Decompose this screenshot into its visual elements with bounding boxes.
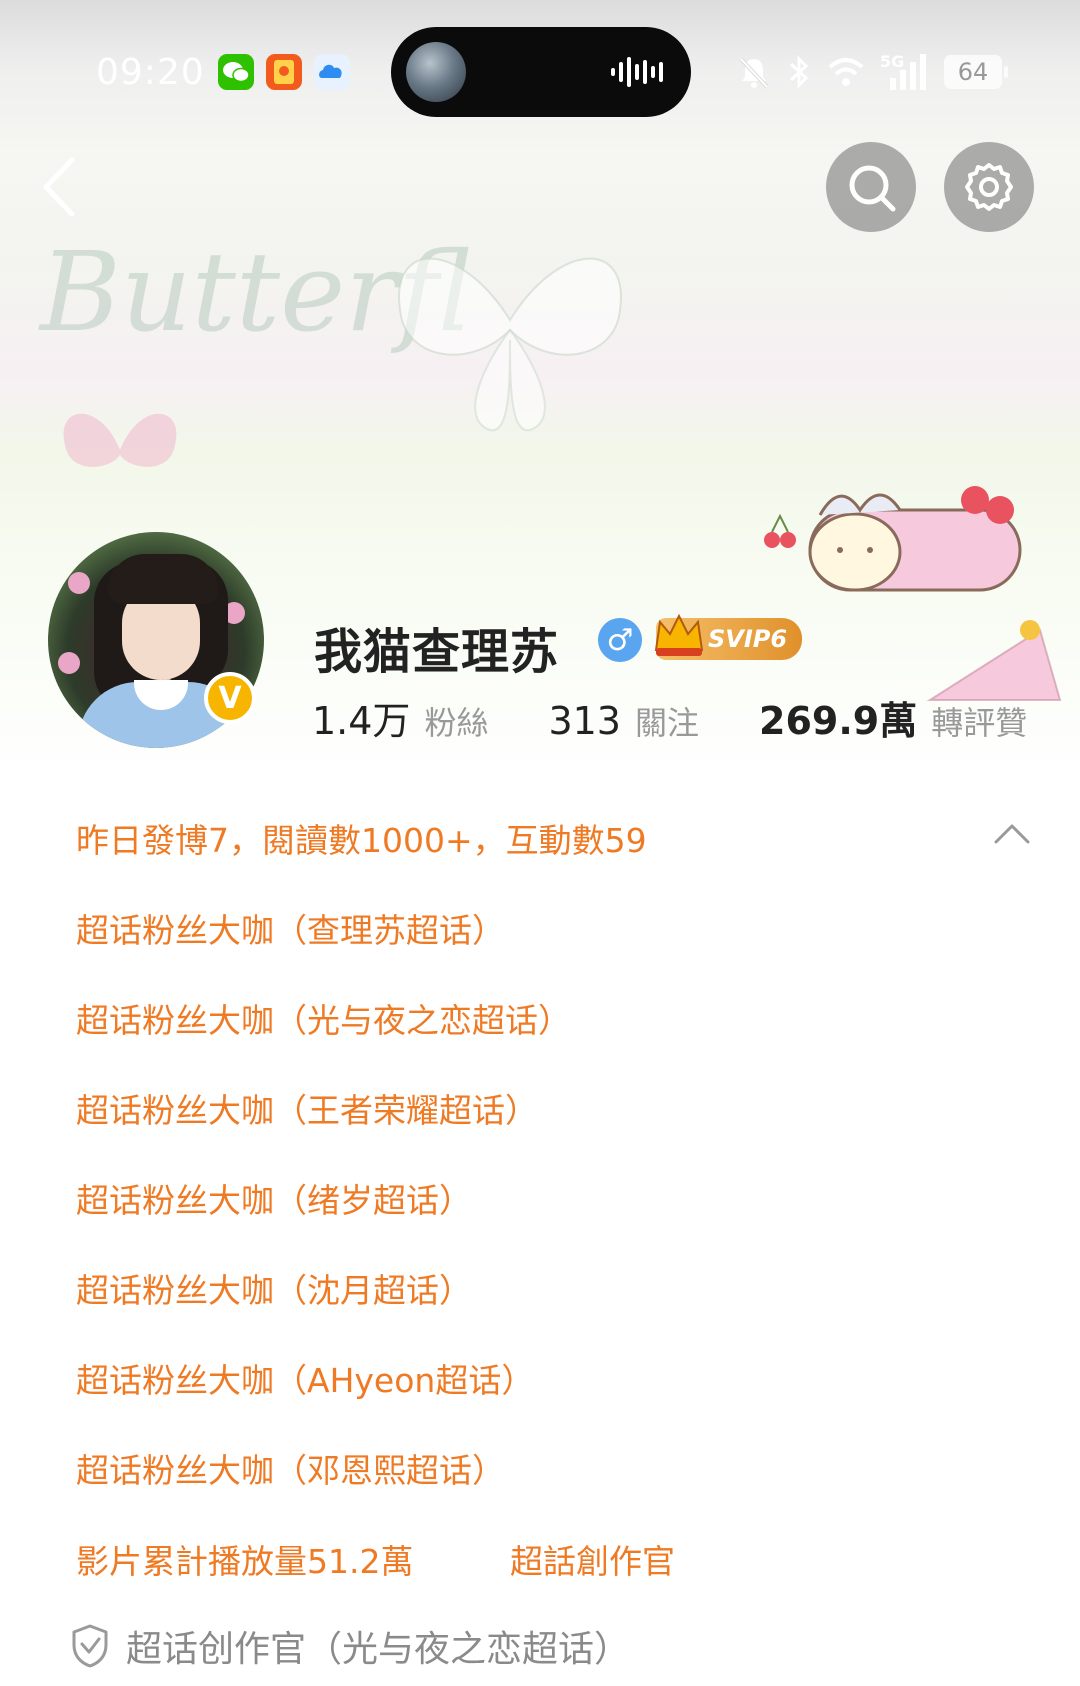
engagement-stat[interactable]: 269.9萬 轉評贊 [759,690,1027,745]
engagement-label: 轉評贊 [931,704,1028,742]
search-button[interactable] [826,142,916,232]
svip-level: SVIP6 [708,625,788,653]
dynamic-island[interactable] [391,27,691,117]
daily-summary: 昨日發博7，閱讀數1000+，互動數59 [76,821,647,860]
status-icons: 5G 64 [736,52,1008,92]
followers-stat[interactable]: 1.4万 粉絲 [312,690,488,745]
profile-stats: 1.4万 粉絲 313 關注 269.9萬 轉評贊 [312,690,1027,745]
collapse-button[interactable] [992,818,1032,852]
title-item[interactable]: 超话粉丝大咖（王者荣耀超话） [76,1084,538,1132]
media-thumbnail [406,42,466,102]
male-gender-icon: ♂ [598,618,642,662]
cherry-decoration-icon [764,513,796,548]
following-stat[interactable]: 313 關注 [548,698,699,744]
audio-wave-icon [611,57,663,87]
mute-bell-icon [739,57,769,89]
followers-label: 粉絲 [424,704,489,742]
battery-level: 64 [957,58,989,86]
profile-avatar[interactable]: V [48,532,264,748]
title-item[interactable]: 超话粉丝大咖（AHyeon超话） [76,1354,534,1402]
back-button[interactable] [36,152,86,222]
creator-title[interactable]: 超話創作官 [510,1535,675,1583]
cloud-app-icon [314,54,350,90]
engagement-count: 269.9萬 [759,699,918,743]
title-item[interactable]: 超话粉丝大咖（光与夜之恋超话） [76,994,571,1042]
status-time: 09:20 [96,52,205,93]
settings-button[interactable] [944,142,1034,232]
red-packet-icon [266,54,302,90]
verified-badge: V [204,672,256,724]
wechat-icon [218,54,254,90]
cellular-signal-icon: 5G [880,52,930,92]
title-item[interactable]: 超话粉丝大咖（查理苏超话） [76,904,505,952]
title-item[interactable]: 超话粉丝大咖（沈月超话） [76,1264,472,1312]
creator-certification[interactable]: 超话创作官（光与夜之恋超话） [70,1620,630,1672]
creator-certification-text: 超话创作官（光与夜之恋超话） [126,1629,631,1670]
gear-icon [965,163,1013,211]
crown-icon [654,613,704,656]
video-views: 影片累計播放量51.2萬 [76,1542,414,1581]
title-item[interactable]: 超话粉丝大咖（邓恩熙超话） [76,1444,505,1492]
cake-roll-decoration-icon [808,486,1022,592]
shield-check-icon [72,1624,108,1668]
pink-butterfly-icon [63,413,177,467]
chevron-up-icon [994,824,1030,844]
title-item[interactable]: 超话粉丝大咖（绪岁超话） [76,1174,472,1222]
search-icon [849,165,896,212]
chevron-left-icon [43,157,75,217]
following-label: 關注 [634,704,699,742]
username: 我猫查理苏 [314,624,560,680]
svip-badge[interactable]: SVIP6 [654,613,802,660]
wifi-icon [828,58,864,86]
following-count: 313 [548,699,621,743]
battery-indicator: 64 [944,55,1008,89]
bluetooth-icon [789,55,809,89]
butterfly-decoration-icon [398,257,622,432]
followers-count: 1.4万 [312,699,411,743]
